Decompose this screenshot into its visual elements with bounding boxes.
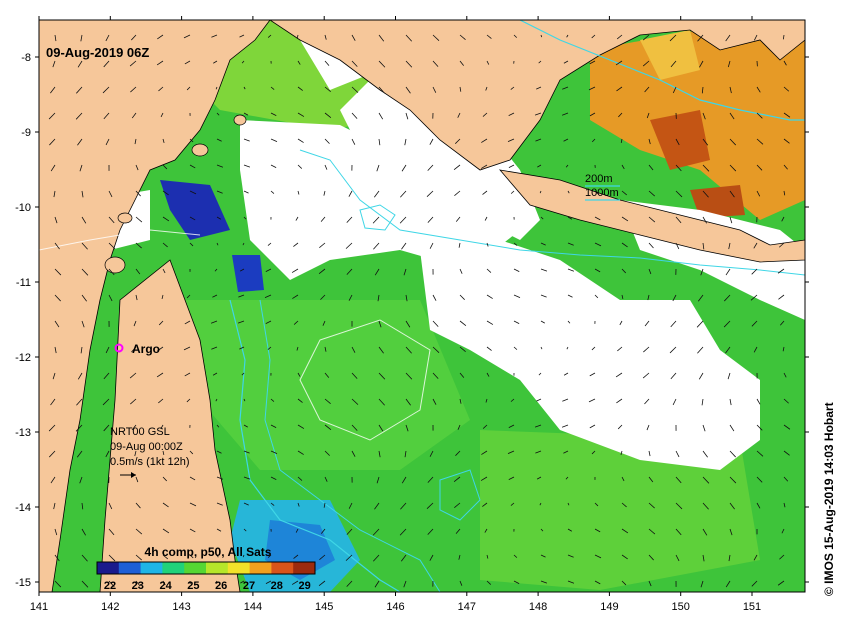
- x-tick-label: 141: [30, 601, 48, 613]
- x-tick-label: 151: [743, 601, 761, 613]
- x-tick-label: 147: [458, 601, 476, 613]
- colorbar-swatches: [96, 561, 316, 575]
- y-tick-label: -12: [15, 352, 31, 364]
- island-2: [117, 212, 133, 224]
- map-title: 09-Aug-2019 06Z: [46, 45, 149, 60]
- argo-label: Argo: [132, 342, 160, 356]
- colorbar-swatch: [271, 562, 294, 574]
- colorbar-title: 4h comp, p50, All Sats: [145, 545, 272, 559]
- credit-text: © IMOS 15-Aug-2019 14:03 Hobart: [822, 402, 836, 596]
- y-tick-label: -13: [15, 427, 31, 439]
- x-tick-label: 150: [672, 601, 690, 613]
- x-tick-label: 148: [529, 601, 547, 613]
- colorbar-swatch: [249, 562, 272, 574]
- colorbar-tick-label: 28: [271, 580, 283, 592]
- y-tick-label: -8: [21, 52, 31, 64]
- colorbar-tick-label: 29: [298, 580, 310, 592]
- y-tick-label: -15: [15, 577, 31, 589]
- colorbar-swatch: [140, 562, 163, 574]
- tide-gauge-line1: NRT00 GSL: [110, 426, 170, 438]
- colorbar-tick-label: 27: [243, 580, 255, 592]
- colorbar-tick-label: 22: [104, 580, 116, 592]
- y-tick-label: -11: [16, 277, 31, 289]
- x-tick-label: 149: [600, 601, 618, 613]
- x-tick-label: 145: [315, 601, 333, 613]
- y-tick-label: -14: [15, 502, 31, 514]
- colorbar-swatch: [184, 562, 207, 574]
- colorbar-swatch: [97, 562, 120, 574]
- tide-gauge-line3: 0.5m/s (1kt 12h): [110, 456, 189, 468]
- colorbar-swatch: [227, 562, 251, 574]
- colorbar-swatch: [293, 562, 316, 574]
- y-tick-label: -10: [15, 202, 31, 214]
- island-3: [191, 143, 209, 157]
- x-tick-label: 142: [101, 601, 119, 613]
- colorbar-tick-label: 24: [159, 580, 172, 592]
- island-1: [104, 256, 126, 274]
- colorbar-swatch: [162, 562, 185, 574]
- x-tick-label: 144: [244, 601, 262, 613]
- sst-map: 141 142 143 144 145 146 147 148 149 150 151 -8 -9 -1…: [15, 16, 809, 613]
- colorbar-tick-label: 26: [215, 580, 227, 592]
- x-tick-label: 143: [172, 601, 190, 613]
- isobath-1000m-label: 1000m: [585, 187, 619, 199]
- colorbar-tick-label: 23: [132, 580, 144, 592]
- colorbar-swatch: [118, 562, 142, 574]
- y-tick-label: -9: [21, 127, 31, 139]
- island-4: [233, 114, 247, 126]
- colorbar-swatch: [206, 562, 229, 574]
- isobath-200m-label: 200m: [585, 173, 613, 185]
- colorbar-tick-label: 25: [187, 580, 199, 592]
- x-tick-label: 146: [386, 601, 404, 613]
- tide-gauge-line2: 09-Aug 00:00Z: [110, 441, 183, 453]
- map-field: [39, 20, 805, 592]
